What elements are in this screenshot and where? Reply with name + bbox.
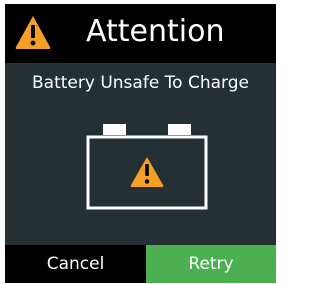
battery-warning-icon [86, 124, 208, 210]
alert-message: Battery Unsafe To Charge [32, 73, 249, 93]
retry-button[interactable]: Retry [146, 245, 276, 283]
alert-title: Attention [86, 14, 225, 49]
warning-triangle-icon [130, 157, 164, 187]
cancel-button[interactable]: Cancel [5, 245, 146, 283]
warning-triangle-icon [15, 16, 51, 49]
alert-header: Attention [5, 4, 276, 63]
battery-alert-screen: Attention Battery Unsafe To Charge Cance… [5, 4, 276, 283]
alert-footer: Cancel Retry [5, 245, 276, 283]
